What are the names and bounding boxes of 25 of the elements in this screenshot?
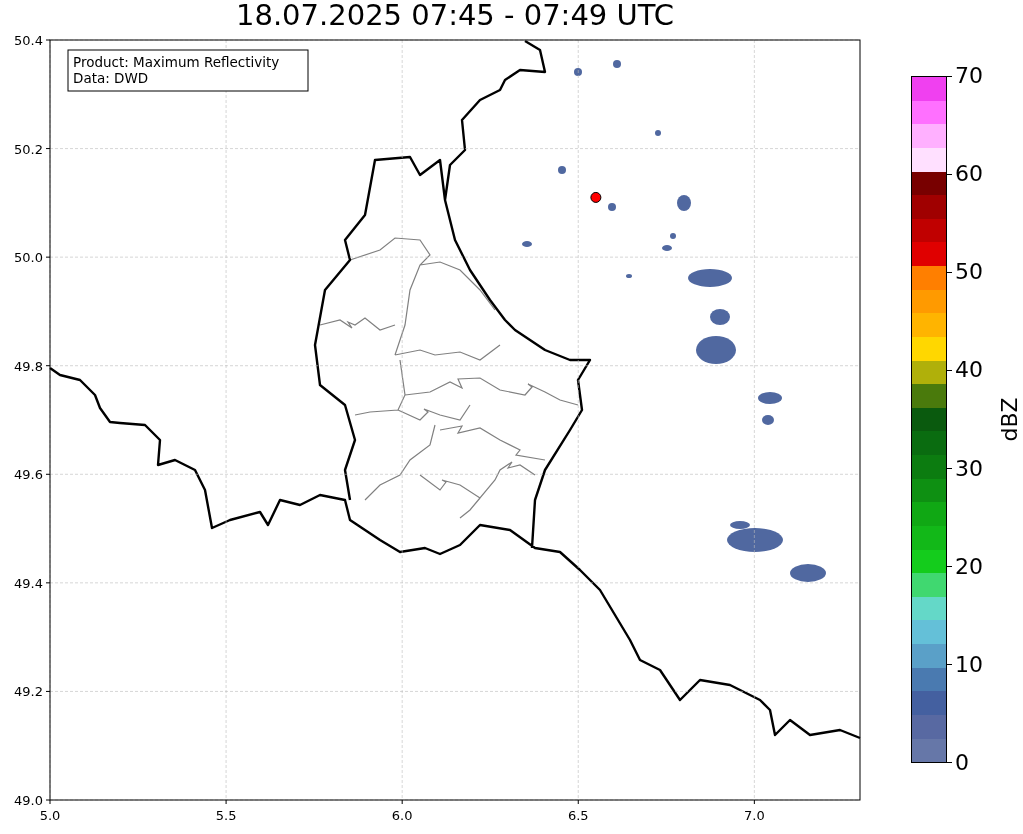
colorbar-tick-label: 20	[954, 554, 983, 579]
x-tick-label: 7.0	[744, 808, 765, 823]
x-tick-label: 6.5	[567, 808, 589, 823]
x-tick-label: 5.5	[215, 808, 237, 823]
colorbar-tick-label: 10	[954, 652, 983, 677]
colorbar-tick-label: 0	[954, 751, 969, 775]
colorbar-tick-label: 50	[954, 260, 983, 285]
colorbar-tick-label: 40	[954, 358, 983, 383]
x-tick-label: 5.0	[39, 808, 61, 823]
y-tick-label: 50.0	[14, 250, 43, 266]
y-tick-label: 49.0	[14, 793, 43, 808]
colorbar-tick-label: 70	[954, 64, 983, 88]
y-tick-label: 49.2	[14, 684, 43, 700]
y-tick-label: 50.2	[14, 141, 43, 157]
x-tick-label: 6.0	[391, 808, 413, 823]
y-tick-label: 50.4	[14, 33, 43, 48]
colorbar-tick-label: 60	[954, 162, 983, 187]
info-text: Product: Maximum Reflectivity	[73, 54, 280, 70]
chart-title: 18.07.2025 07:45 - 07:49 UTC	[236, 0, 674, 32]
y-tick-label: 49.4	[14, 575, 43, 591]
y-tick-label: 49.8	[14, 358, 43, 374]
y-tick-label: 49.6	[14, 467, 43, 483]
colorbar-label: dBZ	[995, 397, 1023, 442]
colorbar-tick-label: 30	[954, 456, 983, 481]
info-text: Data: DWD	[73, 70, 149, 86]
